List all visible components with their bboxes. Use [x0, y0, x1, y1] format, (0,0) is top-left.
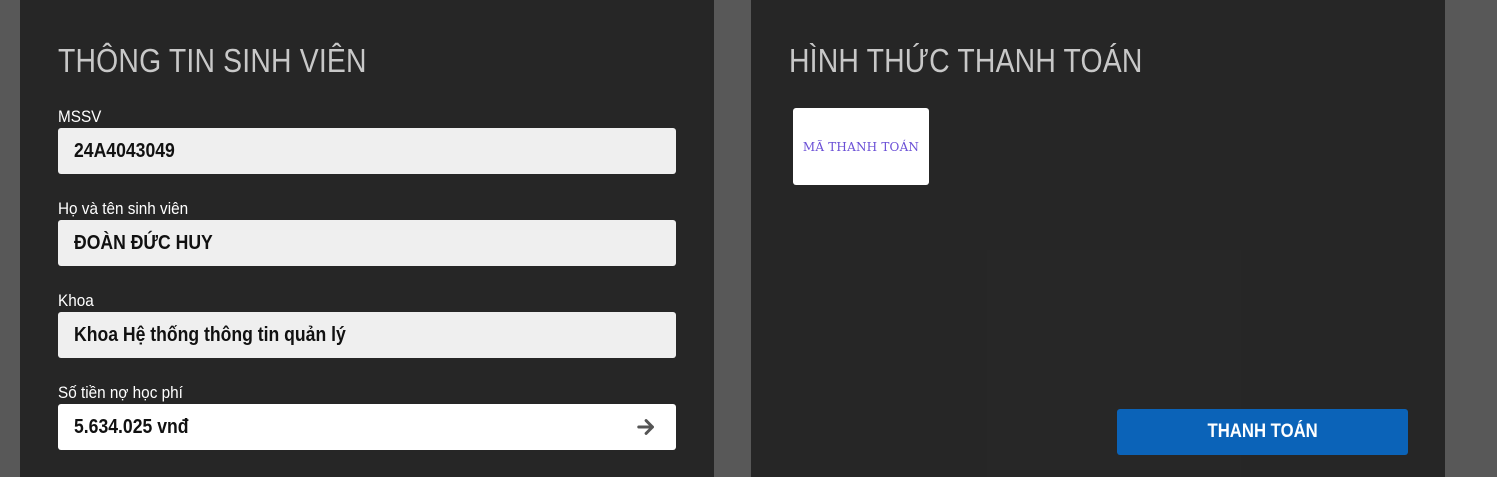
payment-page: THÔNG TIN SINH VIÊN MSSV 24A4043049 Họ v…	[0, 0, 1497, 477]
tuition-debt-label: Số tiền nợ học phí	[58, 383, 183, 402]
student-name-field: Họ và tên sinh viên ĐOÀN ĐỨC HUY	[58, 198, 676, 266]
pay-button-label: THANH TOÁN	[1207, 421, 1318, 442]
student-info-panel: THÔNG TIN SINH VIÊN MSSV 24A4043049 Họ v…	[20, 0, 714, 477]
tuition-debt-value: 5.634.025 vnđ	[74, 416, 189, 438]
pay-button[interactable]: THANH TOÁN	[1117, 409, 1408, 455]
student-info-title: THÔNG TIN SINH VIÊN	[58, 42, 367, 79]
arrow-right-icon[interactable]	[636, 416, 658, 438]
faculty-input[interactable]: Khoa Hệ thống thông tin quản lý	[58, 312, 676, 358]
payment-method-title: HÌNH THỨC THANH TOÁN	[789, 42, 1143, 79]
student-id-input[interactable]: 24A4043049	[58, 128, 676, 174]
tuition-debt-field: Số tiền nợ học phí 5.634.025 vnđ	[58, 382, 676, 450]
faculty-value: Khoa Hệ thống thông tin quản lý	[74, 324, 346, 346]
student-id-value: 24A4043049	[74, 140, 175, 162]
student-id-field: MSSV 24A4043049	[58, 106, 676, 174]
student-name-value: ĐOÀN ĐỨC HUY	[74, 232, 213, 254]
payment-method-panel: HÌNH THỨC THANH TOÁN MÃ THANH TOÁN THANH…	[751, 0, 1445, 477]
student-id-label: MSSV	[58, 107, 102, 126]
faculty-field: Khoa Khoa Hệ thống thông tin quản lý	[58, 290, 676, 358]
student-name-input[interactable]: ĐOÀN ĐỨC HUY	[58, 220, 676, 266]
payment-code-option-label: MÃ THANH TOÁN	[802, 139, 920, 154]
tuition-debt-input[interactable]: 5.634.025 vnđ	[58, 404, 676, 450]
payment-code-option[interactable]: MÃ THANH TOÁN	[793, 108, 929, 185]
faculty-label: Khoa	[58, 291, 94, 310]
student-name-label: Họ và tên sinh viên	[58, 199, 189, 218]
